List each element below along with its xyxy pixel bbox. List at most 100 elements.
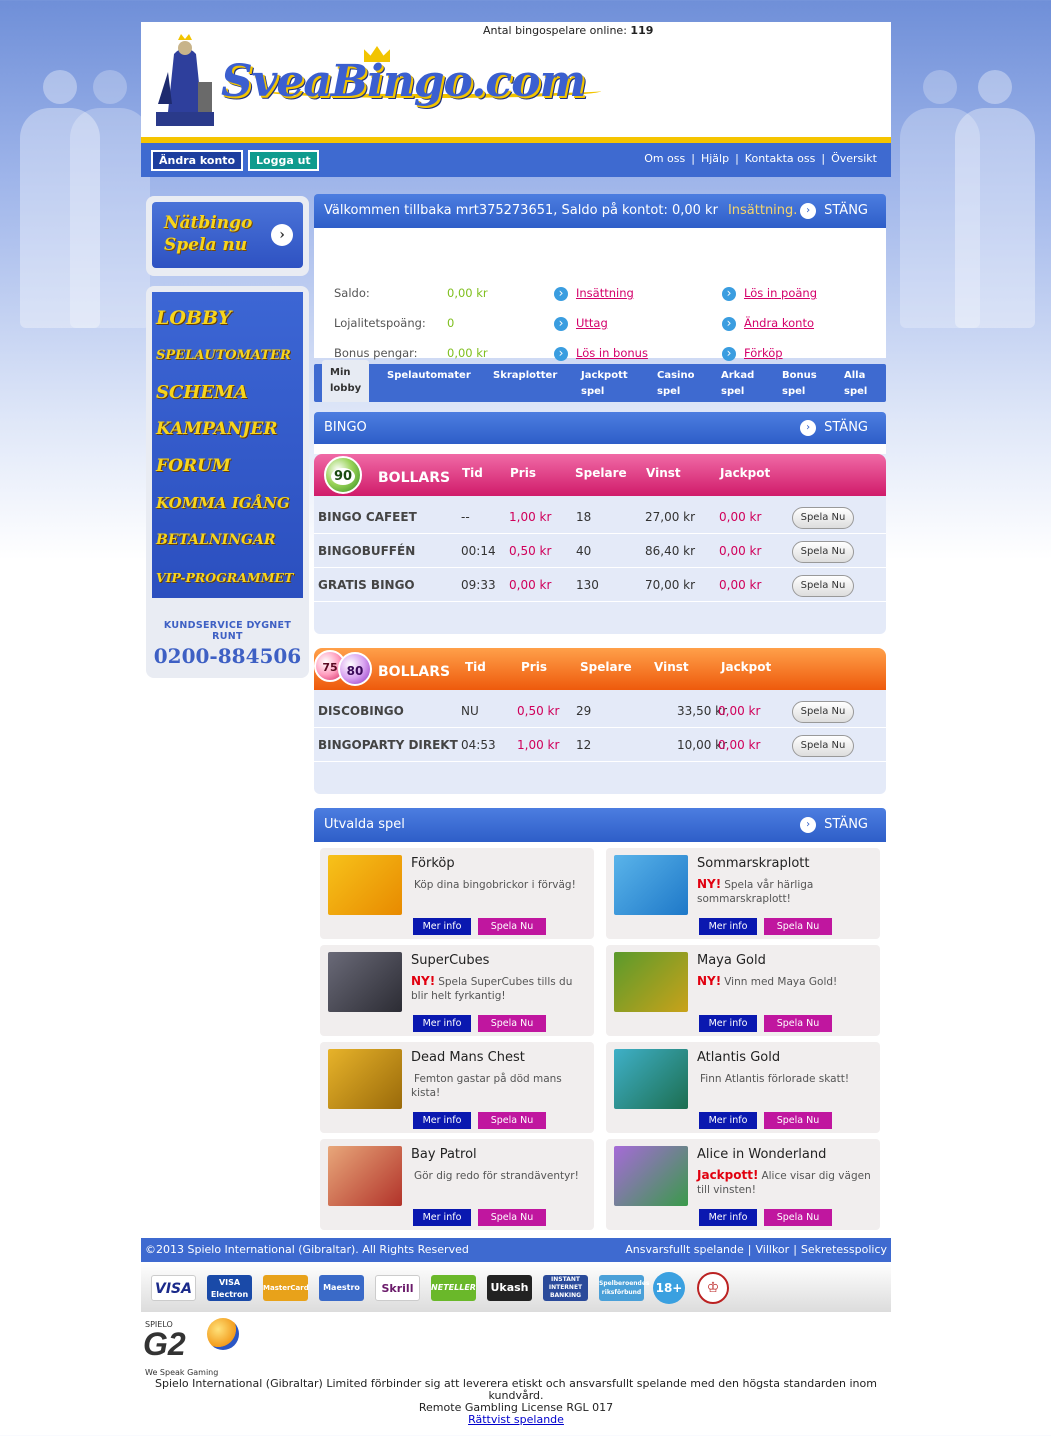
- link-hjalp[interactable]: Hjälp: [701, 152, 729, 165]
- spela-nu-button[interactable]: Spela Nu: [764, 1015, 832, 1032]
- spela-nu-button[interactable]: Spela Nu: [792, 575, 854, 597]
- menu-item-schema[interactable]: SCHEMA: [156, 374, 299, 411]
- link-sekretesspolicy[interactable]: Sekretesspolicy: [801, 1243, 887, 1256]
- room-pris: 1,00 kr: [517, 738, 560, 752]
- link-kontakta-oss[interactable]: Kontakta oss: [745, 152, 816, 165]
- stang-button[interactable]: › STÄNG: [800, 412, 868, 444]
- game-description: Femton gastar på död mans kista!: [411, 1073, 562, 1099]
- menu-item-forum[interactable]: FORUM: [156, 448, 299, 485]
- forkop-link[interactable]: Förköp: [722, 346, 783, 361]
- game-thumbnail[interactable]: [328, 855, 402, 915]
- header-tid: Tid: [462, 466, 483, 480]
- game-title[interactable]: SuperCubes: [411, 953, 489, 968]
- insattning-link[interactable]: Insättning.: [728, 203, 797, 218]
- stang-button[interactable]: › STÄNG: [800, 808, 868, 842]
- main-content: Välkommen tillbaka mrt375273651, Saldo p…: [314, 194, 886, 1236]
- menu-item-spelautomater[interactable]: SPELAUTOMATER: [156, 337, 299, 374]
- mer-info-button[interactable]: Mer info: [413, 1209, 471, 1226]
- tab-arkad-spel[interactable]: Arkad spel: [721, 368, 754, 400]
- game-title[interactable]: Dead Mans Chest: [411, 1050, 525, 1065]
- spela-nu-button[interactable]: Spela Nu: [792, 701, 854, 723]
- spela-nu-button[interactable]: Spela Nu: [478, 1209, 546, 1226]
- link-ansvarsfullt-spelande[interactable]: Ansvarsfullt spelande: [625, 1243, 744, 1256]
- spela-nu-button[interactable]: Spela Nu: [792, 507, 854, 529]
- visa-electron-icon: VISA Electron: [207, 1275, 252, 1301]
- game-title[interactable]: Förköp: [411, 856, 455, 871]
- mer-info-button[interactable]: Mer info: [413, 918, 471, 935]
- natbingo-banner[interactable]: Nätbingo Spela nu ›: [146, 196, 309, 276]
- bingo-section-title: BINGO: [324, 420, 367, 435]
- menu-item-vip-programmet[interactable]: VIP-PROGRAMMET: [156, 559, 299, 596]
- room-pris: 1,00 kr: [509, 510, 552, 524]
- uttag-link[interactable]: Uttag: [554, 316, 608, 331]
- room-pris: 0,50 kr: [517, 704, 560, 718]
- game-title[interactable]: Alice in Wonderland: [697, 1147, 826, 1162]
- game-title[interactable]: Atlantis Gold: [697, 1050, 780, 1065]
- rattvist-spelande-link[interactable]: Rättvist spelande: [468, 1413, 564, 1426]
- table-row: BINGO CAFEET -- 1,00 kr 18 27,00 kr 0,00…: [314, 500, 886, 534]
- spela-nu-button[interactable]: Spela Nu: [764, 1209, 832, 1226]
- header-spelare: Spelare: [575, 466, 627, 480]
- spela-nu-button[interactable]: Spela Nu: [478, 1015, 546, 1032]
- spela-nu-button[interactable]: Spela Nu: [478, 918, 546, 935]
- spela-nu-button[interactable]: Spela Nu: [764, 918, 832, 935]
- link-villkor[interactable]: Villkor: [756, 1243, 790, 1256]
- stang-button[interactable]: › STÄNG: [800, 194, 868, 228]
- los-in-poang-link[interactable]: Lös in poäng: [722, 286, 817, 301]
- instant-banking-icon: INSTANT INTERNET BANKING: [543, 1275, 588, 1301]
- tab-jackpott-spel[interactable]: Jackpott spel: [581, 368, 628, 400]
- game-title[interactable]: Sommarskraplott: [697, 856, 809, 871]
- room-jackpot: 0,00 kr: [718, 738, 761, 752]
- crest-icon: ♔: [697, 1272, 729, 1304]
- spela-nu-button[interactable]: Spela Nu: [478, 1112, 546, 1129]
- menu-item-kampanjer[interactable]: KAMPANJER: [156, 411, 299, 448]
- mer-info-button[interactable]: Mer info: [699, 1112, 757, 1129]
- lojalitetspoang-label: Lojalitetspoäng:: [334, 316, 426, 330]
- game-thumbnail[interactable]: [614, 1146, 688, 1206]
- game-thumbnail[interactable]: [614, 952, 688, 1012]
- mer-info-button[interactable]: Mer info: [699, 1209, 757, 1226]
- link-om-oss[interactable]: Om oss: [644, 152, 685, 165]
- site-logo[interactable]: SveaBingo.com: [221, 56, 586, 107]
- game-description: NY! Vinn med Maya Gold!: [697, 974, 838, 988]
- bingo-section-bar: BINGO › STÄNG: [314, 412, 886, 444]
- tab-alla-spel[interactable]: Alla spel: [844, 368, 867, 400]
- background-statue: [935, 60, 1051, 420]
- game-title[interactable]: Bay Patrol: [411, 1147, 477, 1162]
- tab-spelautomater[interactable]: Spelautomater: [387, 368, 471, 384]
- game-title[interactable]: Maya Gold: [697, 953, 766, 968]
- mer-info-button[interactable]: Mer info: [413, 1015, 471, 1032]
- game-thumbnail[interactable]: [328, 952, 402, 1012]
- room-tid: 04:53: [461, 738, 496, 752]
- logga-ut-button[interactable]: Logga ut: [248, 150, 319, 171]
- game-thumbnail[interactable]: [614, 855, 688, 915]
- game-thumbnail[interactable]: [614, 1049, 688, 1109]
- menu-item-betalningar[interactable]: BETALNINGAR: [156, 522, 299, 559]
- game-thumbnail[interactable]: [328, 1049, 402, 1109]
- tab-casino-spel[interactable]: Casino spel: [657, 368, 694, 400]
- tab-skraplotter[interactable]: Skraplotter: [493, 368, 557, 384]
- saldo-value: 0,00 kr: [447, 286, 488, 300]
- andra-konto-button[interactable]: Ändra konto: [151, 150, 244, 171]
- room-spelare: 130: [576, 578, 599, 592]
- link-oversikt[interactable]: Översikt: [831, 152, 877, 165]
- spela-nu-button[interactable]: Spela Nu: [764, 1112, 832, 1129]
- andra-konto-link[interactable]: Ändra konto: [722, 316, 814, 331]
- tab-bonus-spel[interactable]: Bonus spel: [782, 368, 817, 400]
- menu-item-lobby[interactable]: LOBBY: [156, 300, 299, 337]
- room-jackpot: 0,00 kr: [719, 578, 762, 592]
- menu-item-komma-igang[interactable]: KOMMA IGÅNG: [156, 485, 299, 522]
- mer-info-button[interactable]: Mer info: [413, 1112, 471, 1129]
- room-name: GRATIS BINGO: [318, 578, 415, 592]
- mer-info-button[interactable]: Mer info: [699, 1015, 757, 1032]
- los-in-bonus-link[interactable]: Lös in bonus: [554, 346, 648, 361]
- insattning-link[interactable]: Insättning: [554, 286, 634, 301]
- arrow-right-icon: ›: [271, 224, 293, 246]
- spela-nu-button[interactable]: Spela Nu: [792, 735, 854, 757]
- spela-nu-button[interactable]: Spela Nu: [792, 541, 854, 563]
- tab-min-lobby[interactable]: Min lobby: [322, 360, 370, 402]
- room-vinst: 27,00 kr: [645, 510, 696, 524]
- mer-info-button[interactable]: Mer info: [699, 918, 757, 935]
- game-thumbnail[interactable]: [328, 1146, 402, 1206]
- room-jackpot: 0,00 kr: [719, 510, 762, 524]
